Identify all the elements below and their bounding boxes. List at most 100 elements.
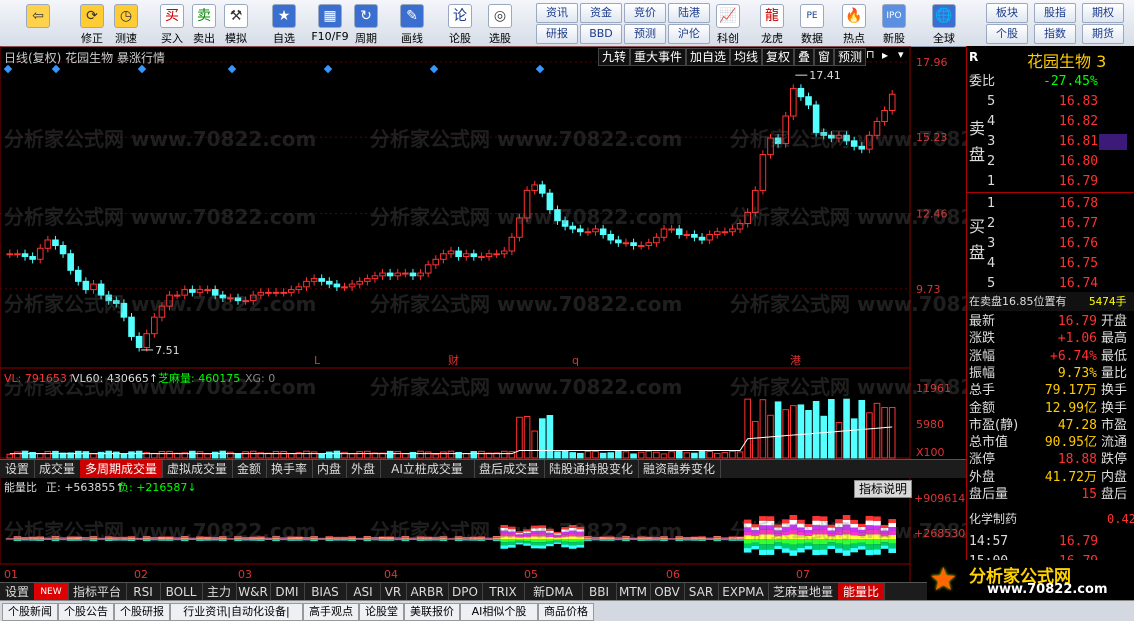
status-tab[interactable]: 个股新闻 — [2, 603, 58, 621]
indicator-tab[interactable]: DMI — [270, 583, 305, 601]
toolbar-small-button[interactable]: 研报 — [536, 24, 578, 44]
status-tab[interactable]: 美联报价 — [404, 603, 460, 621]
status-tab[interactable]: 论股堂 — [359, 603, 404, 621]
indicator-tab[interactable]: 芝麻量地量 — [768, 583, 839, 601]
chart-top-button[interactable]: 均线 — [730, 48, 762, 66]
volume-tab[interactable]: AI立桩成交量 — [380, 460, 475, 478]
toolbar-target-button[interactable]: ◎选股 — [480, 2, 520, 44]
volume-tab[interactable]: 成交量 — [34, 460, 81, 478]
toolbar-back-arrow-button[interactable]: ⇦ — [18, 2, 58, 44]
stat-label-2: 市盈 — [1101, 416, 1127, 435]
toolbar-hammer-button[interactable]: ⚒模拟 — [216, 2, 256, 44]
status-tab[interactable]: 个股公告 — [58, 603, 114, 621]
toolbar-small-button[interactable]: 期权 — [1082, 3, 1124, 23]
volume-tab[interactable]: 多周期成交量 — [80, 460, 163, 478]
volume-tab[interactable]: 盘后成交量 — [474, 460, 545, 478]
volume-tab[interactable]: 换手率 — [266, 460, 313, 478]
toolbar-cycle-button[interactable]: ↻周期 — [346, 2, 386, 44]
volume-bar — [304, 451, 310, 458]
event-diamond — [138, 65, 146, 73]
toolbar-small-button[interactable]: BBD — [580, 24, 622, 44]
toolbar-grid-button[interactable]: ▦F10/F9 — [310, 2, 350, 44]
toolbar-label: 全球 — [924, 30, 964, 46]
indicator-tab[interactable]: ASI — [346, 583, 381, 601]
indicator-tab[interactable]: 能量比 — [838, 583, 885, 601]
chart-top-button[interactable]: 窗 — [814, 48, 834, 66]
volume-tab[interactable]: 设置 — [0, 460, 35, 478]
arrow-right-icon[interactable]: ▸ — [882, 48, 896, 64]
indicator-tab[interactable]: SAR — [684, 583, 719, 601]
chart-canvas[interactable]: 17.9615.2312.469.7317.417.51L财q港VL: 7916… — [0, 46, 966, 600]
chart-top-button[interactable]: 叠 — [794, 48, 814, 66]
indicator-tab[interactable]: DPO — [448, 583, 483, 601]
volume-tab[interactable]: 虚拟成交量 — [162, 460, 233, 478]
back-arrow-icon: ⇦ — [26, 4, 50, 28]
chart-top-button[interactable]: 九转 — [598, 48, 630, 66]
indicator-tab[interactable]: VR — [380, 583, 407, 601]
toolbar-chart-button[interactable]: 📈科创 — [708, 2, 748, 44]
candle-body — [798, 88, 804, 96]
status-tab[interactable]: 商品价格 — [538, 603, 594, 621]
lock-icon[interactable]: ⊓ — [866, 48, 880, 64]
chart-top-button[interactable]: 预测 — [834, 48, 866, 66]
status-tab[interactable]: AI相似个股 — [460, 603, 538, 621]
indicator-tab[interactable]: RSI — [126, 583, 161, 601]
toolbar-small-button[interactable]: 期货 — [1082, 24, 1124, 44]
toolbar-small-button[interactable]: 陆港 — [668, 3, 710, 23]
chart-top-button[interactable]: 重大事件 — [630, 48, 686, 66]
industry-name[interactable]: 化学制药 — [969, 510, 1017, 529]
ipo-icon: IPO — [882, 4, 906, 28]
indicator-tab[interactable]: OBV — [650, 583, 685, 601]
toolbar-fire-button[interactable]: 🔥热点 — [834, 2, 874, 44]
toolbar-small-button[interactable]: 指数 — [1034, 24, 1076, 44]
candle-body — [631, 243, 637, 246]
chart-top-button[interactable]: 加自选 — [686, 48, 730, 66]
toolbar-pe-button[interactable]: PE数据 — [792, 2, 832, 44]
indicator-tab[interactable]: 主力 — [202, 583, 237, 601]
volume-bar — [501, 451, 507, 458]
toolbar-small-button[interactable]: 资金 — [580, 3, 622, 23]
month-axis-label: 06 — [666, 568, 680, 581]
indicator-tab[interactable]: 设置 — [0, 583, 35, 601]
volume-tab[interactable]: 融资融券变化 — [638, 460, 721, 478]
toolbar-globe-button[interactable]: 🌐全球 — [924, 2, 964, 44]
volume-tab[interactable]: 外盘 — [346, 460, 381, 478]
energy-negative-bar — [812, 550, 820, 555]
status-tab[interactable]: 高手观点 — [303, 603, 359, 621]
toolbar-ipo-button[interactable]: IPO新股 — [874, 2, 914, 44]
indicator-tab[interactable]: BBI — [582, 583, 617, 601]
indicator-tab[interactable]: NEW — [34, 583, 69, 601]
status-tab[interactable]: 行业资讯|自动化设备| — [170, 603, 303, 621]
toolbar-small-button[interactable]: 股指 — [1034, 3, 1076, 23]
status-tab[interactable]: 个股研报 — [114, 603, 170, 621]
volume-tab[interactable]: 陆股通持股变化 — [544, 460, 639, 478]
toolbar-pen-button[interactable]: ✎画线 — [392, 2, 432, 44]
toolbar-small-button[interactable]: 个股 — [986, 24, 1028, 44]
indicator-tab[interactable]: MTM — [616, 583, 651, 601]
indicator-tab[interactable]: 指标平台 — [68, 583, 127, 601]
toolbar-small-button[interactable]: 板块 — [986, 3, 1028, 23]
toolbar-small-button[interactable]: 沪伦 — [668, 24, 710, 44]
indicator-tab[interactable]: BIAS — [304, 583, 347, 601]
volume-tab[interactable]: 金额 — [232, 460, 267, 478]
indicator-tab[interactable]: TRIX — [482, 583, 525, 601]
indicator-tab[interactable]: W&R — [236, 583, 271, 601]
candle-body — [152, 317, 158, 334]
toolbar-chat-button[interactable]: 论论股 — [440, 2, 480, 44]
chart-top-button[interactable]: 复权 — [762, 48, 794, 66]
indicator-tab[interactable]: 新DMA — [524, 583, 583, 601]
dropdown-icon[interactable]: ▾ — [898, 48, 910, 64]
buy-level-num: 4 — [987, 254, 995, 273]
toolbar-small-button[interactable]: 预测 — [624, 24, 666, 44]
indicator-tab[interactable]: ARBR — [406, 583, 449, 601]
toolbar-small-button[interactable]: 资讯 — [536, 3, 578, 23]
toolbar-star-button[interactable]: ★自选 — [264, 2, 304, 44]
indicator-help-button[interactable]: 指标说明 — [854, 480, 912, 498]
indicator-tab[interactable]: EXPMA — [718, 583, 769, 601]
volume-tab[interactable]: 内盘 — [312, 460, 347, 478]
toolbar-clock-button[interactable]: ◷测速 — [106, 2, 146, 44]
indicator-tab[interactable]: BOLL — [160, 583, 203, 601]
stat-row: 振幅9.73%量比 — [967, 364, 1134, 383]
toolbar-dragon-button[interactable]: 龍龙虎 — [752, 2, 792, 44]
toolbar-small-button[interactable]: 竞价 — [624, 3, 666, 23]
